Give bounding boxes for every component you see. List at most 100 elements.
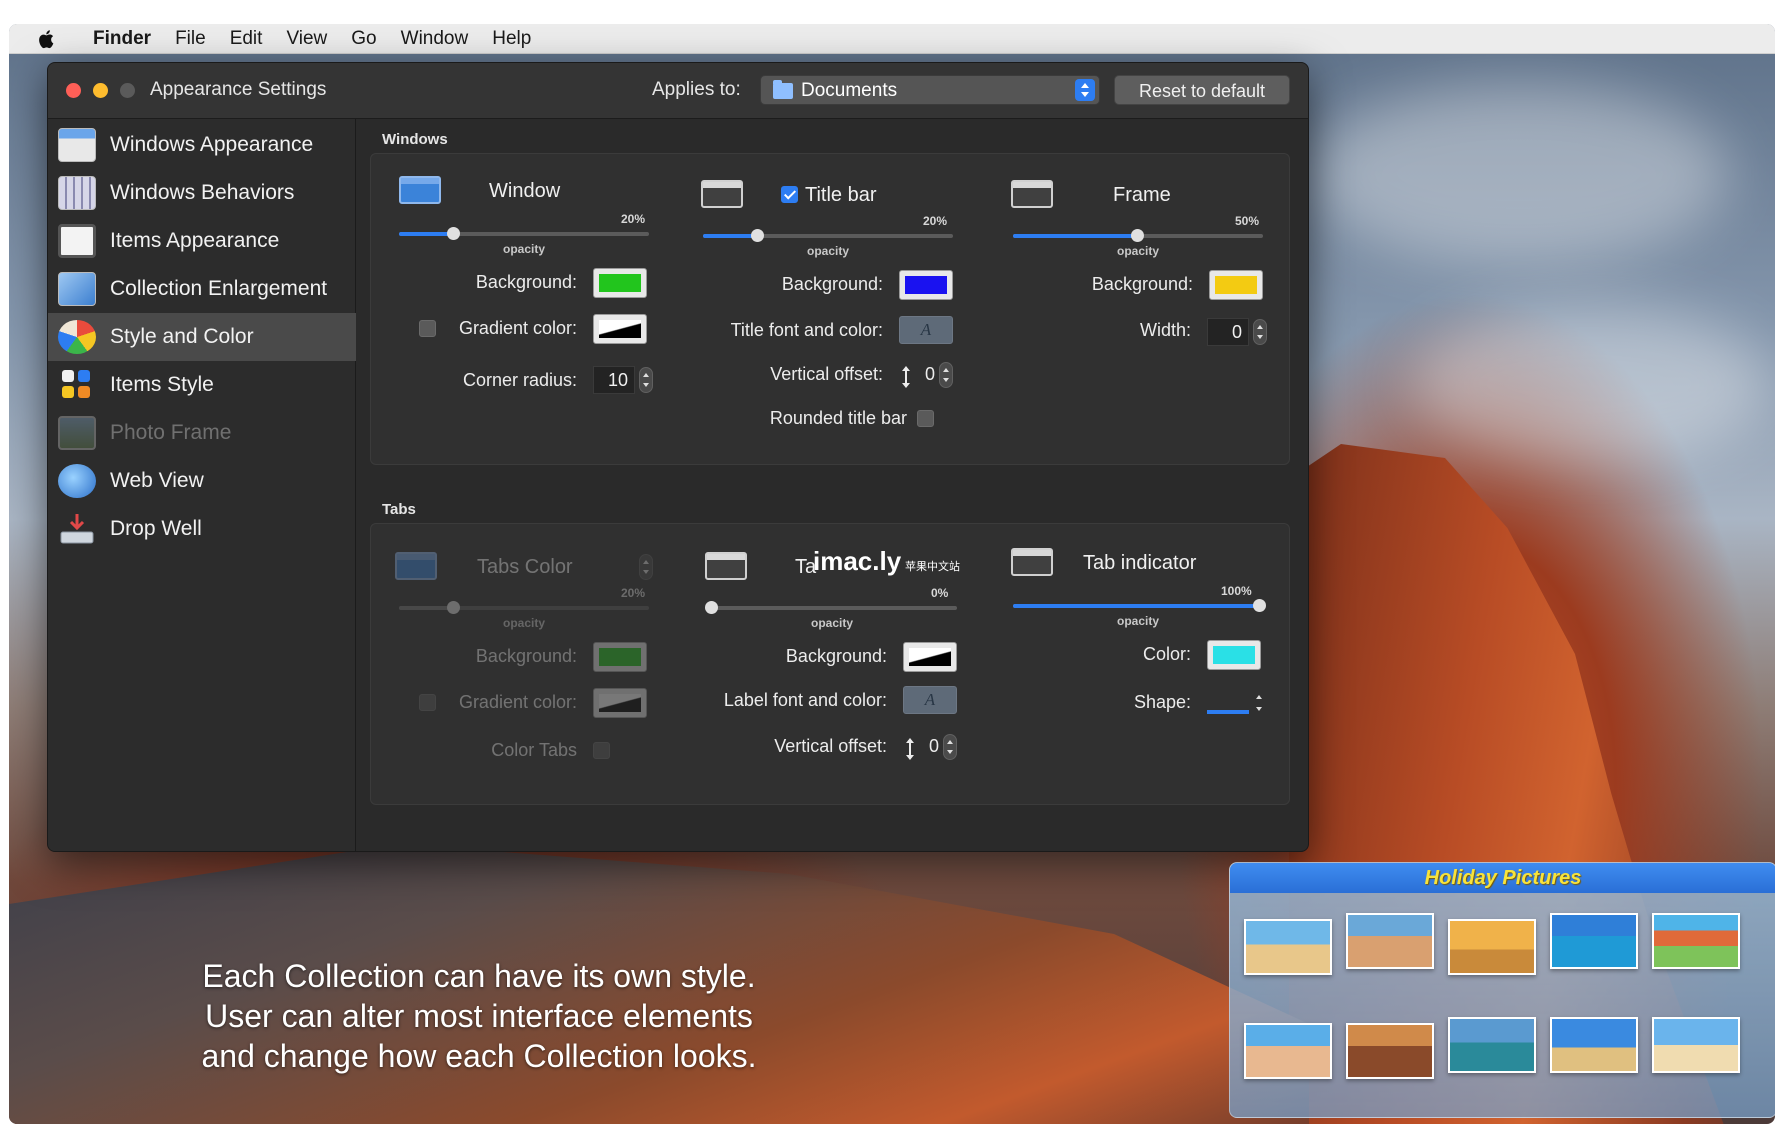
promo-tagline: Each Collection can have its own style. … <box>149 956 809 1076</box>
tabs-color-opacity-percent: 20% <box>621 586 646 600</box>
sidebar-item-collection-enlargement[interactable]: Collection Enlargement <box>48 265 356 313</box>
menu-file[interactable]: File <box>175 28 206 50</box>
thumbnail-kayak-bay[interactable] <box>1448 1017 1536 1073</box>
window-background-label: Background: <box>475 272 577 292</box>
tabs-color-stepper[interactable] <box>639 554 653 580</box>
sidebar-item-label: Style and Color <box>110 325 254 348</box>
color-tabs-checkbox[interactable] <box>593 742 610 759</box>
thumbnail-tropical-drinks[interactable] <box>1652 913 1740 969</box>
thumbnail-group-beach[interactable] <box>1346 1023 1434 1079</box>
slider-knob[interactable] <box>447 227 460 240</box>
corner-radius-label: Corner radius: <box>462 370 577 390</box>
desktop: Finder File Edit View Go Window Help App… <box>9 24 1775 1124</box>
thumbnail-family-beach[interactable] <box>1346 913 1434 969</box>
menu-view[interactable]: View <box>286 28 327 50</box>
menu-help[interactable]: Help <box>492 28 531 50</box>
holiday-pictures-collection[interactable]: Holiday Pictures <box>1229 862 1775 1118</box>
apple-icon[interactable] <box>33 28 61 50</box>
sidebar-item-style-and-color[interactable]: Style and Color <box>48 313 356 361</box>
tab-icon <box>705 552 747 580</box>
watermark-text: imac.ly <box>813 546 902 576</box>
tabs-gradient-swatch[interactable] <box>593 688 647 718</box>
title-bar-opacity-label: opacity <box>807 244 850 258</box>
title-bar-title-label: Title bar <box>805 184 877 206</box>
tab-vertical-offset-stepper[interactable] <box>943 734 957 760</box>
window-gradient-swatch[interactable] <box>593 314 647 344</box>
thumbnail-palm-beach[interactable] <box>1550 1017 1638 1073</box>
title-font-button[interactable]: A <box>899 316 953 344</box>
title-bar-checkbox[interactable] <box>781 186 798 203</box>
menu-window[interactable]: Window <box>401 28 469 50</box>
frame-background-swatch[interactable] <box>1209 270 1263 300</box>
thumbnail-swimmer-sea[interactable] <box>1550 913 1638 969</box>
window-gradient-checkbox[interactable] <box>419 320 436 337</box>
reset-to-default-button[interactable]: Reset to default <box>1114 75 1290 105</box>
frame-opacity-label: opacity <box>1117 244 1160 258</box>
windows-group: Window 20% opacity Background: Gradient … <box>370 153 1290 465</box>
sidebar: Windows Appearance Windows Behaviors Ite… <box>48 119 356 851</box>
thumbnail-friends-beach[interactable] <box>1244 1023 1332 1079</box>
tagline-line: Each Collection can have its own style. <box>202 958 756 994</box>
title-bar-background-swatch[interactable] <box>899 270 953 300</box>
tabs-gradient-checkbox[interactable] <box>419 694 436 711</box>
windows-section-label: Windows <box>382 131 448 148</box>
slider-knob[interactable] <box>1253 599 1266 612</box>
tab-indicator-shape-stepper[interactable] <box>1253 690 1267 716</box>
sidebar-item-items-appearance[interactable]: Items Appearance <box>48 217 356 265</box>
tab-background-swatch[interactable] <box>903 642 957 672</box>
applies-to-select[interactable]: Documents <box>760 75 1100 105</box>
thumbnail-couple-beach[interactable] <box>1652 1017 1740 1073</box>
applies-to-label: Applies to: <box>652 79 741 100</box>
tab-indicator-opacity-slider[interactable] <box>1013 599 1266 612</box>
palette-icon <box>58 320 96 354</box>
menu-edit[interactable]: Edit <box>230 28 263 50</box>
frame-opacity-slider[interactable] <box>1013 229 1263 242</box>
sidebar-item-drop-well[interactable]: Drop Well <box>48 505 356 553</box>
tab-vertical-offset-value[interactable]: 0 <box>919 736 939 757</box>
collection-title-bar[interactable]: Holiday Pictures <box>1230 863 1775 893</box>
tabs-color-opacity-slider[interactable] <box>399 601 649 614</box>
close-button[interactable] <box>66 83 81 98</box>
window-opacity-slider[interactable] <box>399 227 649 240</box>
corner-radius-field[interactable]: 10 <box>593 366 635 394</box>
tab-opacity-percent: 0% <box>931 586 949 600</box>
tab-indicator-shape-select[interactable] <box>1207 710 1249 714</box>
thumbnail-sunset-beach[interactable] <box>1448 919 1536 975</box>
sidebar-item-items-style[interactable]: Items Style <box>48 361 356 409</box>
corner-radius-stepper[interactable] <box>639 367 653 393</box>
thumbnail-starfish-beach[interactable] <box>1244 919 1332 975</box>
sidebar-item-web-view[interactable]: Web View <box>48 457 356 505</box>
sidebar-item-windows-behaviors[interactable]: Windows Behaviors <box>48 169 356 217</box>
tab-opacity-slider[interactable] <box>705 601 957 614</box>
sidebar-item-label: Windows Behaviors <box>110 181 295 204</box>
slider-knob[interactable] <box>751 229 764 242</box>
collection-title: Holiday Pictures <box>1424 867 1582 889</box>
frame-width-field[interactable]: 0 <box>1207 318 1249 346</box>
rounded-title-bar-checkbox[interactable] <box>917 410 934 427</box>
slider-knob[interactable] <box>1131 229 1144 242</box>
items-appearance-icon <box>58 224 96 258</box>
slider-knob[interactable] <box>705 601 718 614</box>
menu-go[interactable]: Go <box>351 28 376 50</box>
sidebar-item-photo-frame[interactable]: Photo Frame <box>48 409 356 457</box>
folder-icon <box>773 80 793 99</box>
sidebar-item-label: Photo Frame <box>110 421 232 444</box>
title-bar-opacity-slider[interactable] <box>703 229 953 242</box>
title-bar-opacity-percent: 20% <box>923 214 948 228</box>
window-opacity-percent: 20% <box>621 212 646 226</box>
title-vertical-offset-stepper[interactable] <box>939 362 953 388</box>
title-vertical-offset-value[interactable]: 0 <box>915 364 935 385</box>
vertical-offset-icon <box>901 366 911 388</box>
minimize-button[interactable] <box>93 83 108 98</box>
tab-indicator-color-swatch[interactable] <box>1207 640 1261 670</box>
zoom-button[interactable] <box>120 83 135 98</box>
menu-finder[interactable]: Finder <box>93 28 151 50</box>
slider-knob[interactable] <box>447 601 460 614</box>
photo-frame-icon <box>58 416 96 450</box>
window-background-swatch[interactable] <box>593 268 647 298</box>
frame-width-label: Width: <box>1139 320 1191 340</box>
frame-width-stepper[interactable] <box>1253 319 1267 345</box>
tabs-color-background-swatch[interactable] <box>593 642 647 672</box>
label-font-button[interactable]: A <box>903 686 957 714</box>
sidebar-item-windows-appearance[interactable]: Windows Appearance <box>48 121 356 169</box>
